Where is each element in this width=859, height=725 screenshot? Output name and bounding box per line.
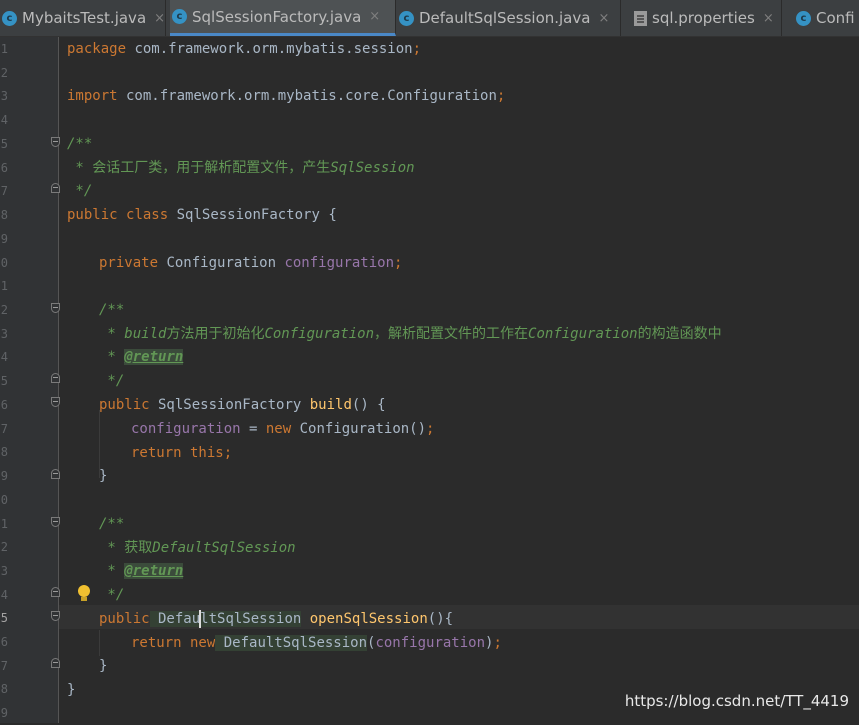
fold-marker-icon[interactable] bbox=[51, 517, 60, 527]
code-line-current: public DefaultSqlSession openSqlSession(… bbox=[99, 610, 454, 628]
fold-marker-icon[interactable] bbox=[51, 587, 60, 597]
line-number: 3 bbox=[0, 89, 8, 103]
line-number: 8 bbox=[0, 445, 8, 459]
tab-label: sql.properties bbox=[652, 9, 755, 27]
class-name: SqlSessionFactory bbox=[176, 207, 320, 223]
code-line: private Configuration configuration; bbox=[99, 255, 403, 271]
line-number: 4 bbox=[0, 588, 8, 602]
import-path: com.framework.orm.mybatis.core.Configura… bbox=[117, 88, 497, 104]
line-number: 1 bbox=[0, 517, 8, 531]
line-number: 6 bbox=[0, 161, 8, 175]
tab-defaultsqlsession[interactable]: c DefaultSqlSession.java × bbox=[397, 0, 621, 36]
keyword: import bbox=[67, 88, 118, 104]
doc-comment-open: /** bbox=[67, 136, 93, 152]
tab-sqlsessionfactory[interactable]: c SqlSessionFactory.java × bbox=[170, 0, 396, 36]
tab-configuration[interactable]: c Confi bbox=[794, 0, 859, 36]
doc-comment-line: * 会话工厂类，用于解析配置文件，产生SqlSession bbox=[67, 160, 415, 176]
fold-marker-icon[interactable] bbox=[51, 183, 60, 193]
tab-label: MybaitsTest.java bbox=[22, 9, 147, 27]
code-line: configuration = new Configuration(); bbox=[131, 421, 435, 437]
line-number: 7 bbox=[0, 659, 8, 673]
doc-comment-close: */ bbox=[99, 587, 125, 603]
java-class-icon: c bbox=[796, 10, 811, 26]
line-number: 6 bbox=[0, 635, 8, 649]
semicolon: ; bbox=[496, 88, 506, 104]
line-number: 9 bbox=[0, 706, 8, 720]
line-number: 6 bbox=[0, 398, 8, 412]
line-number-current: 5 bbox=[0, 611, 8, 625]
line-number: 9 bbox=[0, 469, 8, 483]
line-number: 9 bbox=[0, 232, 8, 246]
doc-comment-line: * @return bbox=[99, 563, 184, 579]
indent-guide bbox=[99, 630, 100, 656]
line-number: 0 bbox=[0, 256, 8, 270]
code-line: package com.framework.orm.mybatis.sessio… bbox=[67, 37, 421, 61]
field-name: configuration bbox=[284, 255, 395, 271]
package-path: com.framework.orm.mybatis.session bbox=[126, 41, 413, 57]
close-icon[interactable]: × bbox=[763, 11, 774, 26]
doc-comment-close: */ bbox=[67, 183, 93, 199]
code-line: } bbox=[99, 658, 108, 674]
fold-marker-icon[interactable] bbox=[51, 397, 60, 407]
line-number: 4 bbox=[0, 113, 8, 127]
line-number: 8 bbox=[0, 682, 8, 696]
method-name: build bbox=[309, 397, 352, 413]
code-line: import com.framework.orm.mybatis.core.Co… bbox=[67, 84, 505, 108]
line-number: 3 bbox=[0, 564, 8, 578]
code-line: public SqlSessionFactory build() { bbox=[99, 397, 386, 413]
line-number: 5 bbox=[0, 137, 8, 151]
javadoc-tag: @return bbox=[124, 563, 184, 579]
line-number: 1 bbox=[0, 42, 8, 56]
doc-comment-line: * 获取DefaultSqlSession bbox=[99, 540, 296, 556]
fold-marker-icon[interactable] bbox=[51, 137, 60, 147]
tab-sql-properties[interactable]: sql.properties × bbox=[632, 0, 782, 36]
code-line: public class SqlSessionFactory { bbox=[67, 207, 337, 223]
line-number: 7 bbox=[0, 184, 8, 198]
code-line: return this; bbox=[131, 445, 233, 461]
lightbulb-icon[interactable] bbox=[78, 585, 90, 601]
line-number: 5 bbox=[0, 374, 8, 388]
fold-marker-icon[interactable] bbox=[51, 469, 60, 479]
close-icon[interactable]: × bbox=[154, 11, 165, 26]
line-number: 7 bbox=[0, 422, 8, 436]
line-number: 2 bbox=[0, 540, 8, 554]
code-line: } bbox=[67, 682, 76, 698]
line-number: 4 bbox=[0, 350, 8, 364]
line-number: 2 bbox=[0, 66, 8, 80]
doc-comment-line: * build方法用于初始化Configuration，解析配置文件的工作在Co… bbox=[99, 326, 722, 342]
doc-comment-open: /** bbox=[99, 516, 125, 532]
code-line: } bbox=[99, 468, 108, 484]
keyword: package bbox=[67, 41, 127, 57]
java-class-icon: c bbox=[399, 10, 414, 26]
doc-comment-close: */ bbox=[99, 373, 125, 389]
tab-label: DefaultSqlSession.java bbox=[419, 9, 591, 27]
close-icon[interactable]: × bbox=[369, 9, 380, 24]
method-name: openSqlSession bbox=[309, 611, 428, 627]
fold-marker-icon[interactable] bbox=[51, 303, 60, 313]
tab-mybaitstest[interactable]: c MybaitsTest.java × bbox=[0, 0, 166, 36]
line-number: 3 bbox=[0, 327, 8, 341]
code-line: return new DefaultSqlSession(configurati… bbox=[131, 635, 502, 651]
java-class-icon: c bbox=[2, 10, 17, 26]
fold-marker-icon[interactable] bbox=[51, 658, 60, 668]
line-number: 0 bbox=[0, 493, 8, 507]
line-number: 1 bbox=[0, 279, 8, 293]
doc-comment-open: /** bbox=[99, 302, 125, 318]
tab-label: SqlSessionFactory.java bbox=[192, 7, 362, 26]
fold-marker-icon[interactable] bbox=[51, 373, 60, 383]
fold-marker-icon[interactable] bbox=[51, 611, 60, 621]
java-class-icon: c bbox=[172, 9, 187, 24]
doc-comment-line: * @return bbox=[99, 349, 184, 365]
javadoc-tag: @return bbox=[124, 349, 184, 365]
line-number: 2 bbox=[0, 303, 8, 317]
tab-label: Confi bbox=[816, 9, 855, 27]
editor-tab-bar: c MybaitsTest.java × c SqlSessionFactory… bbox=[0, 0, 859, 37]
semicolon: ; bbox=[412, 41, 422, 57]
properties-file-icon bbox=[634, 10, 647, 26]
line-number: 8 bbox=[0, 208, 8, 222]
close-icon[interactable]: × bbox=[598, 11, 609, 26]
watermark-text: https://blog.csdn.net/TT_4419 bbox=[624, 692, 849, 710]
